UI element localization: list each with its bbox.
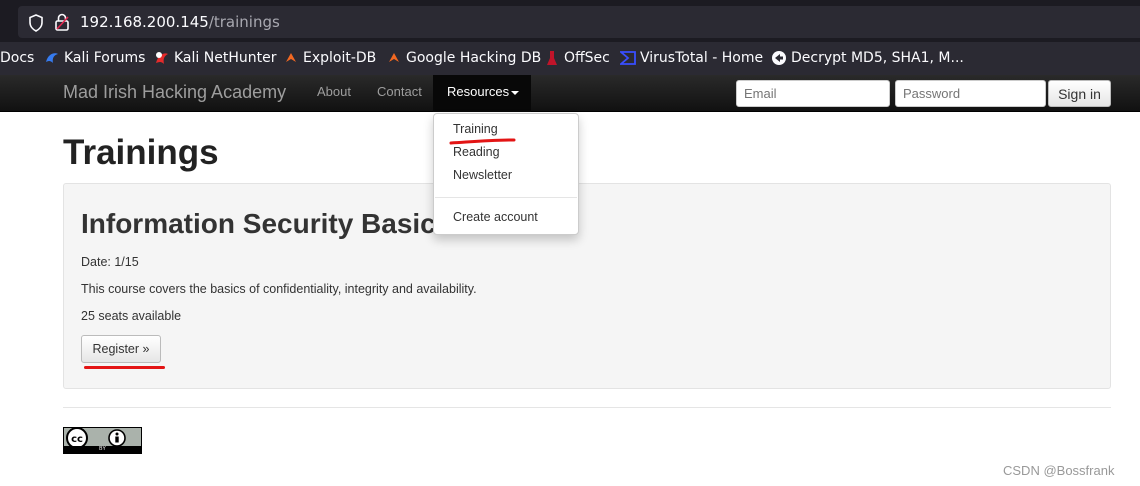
nav-contact[interactable]: Contact — [377, 84, 422, 99]
url-text[interactable]: 192.168.200.145/trainings — [80, 13, 280, 31]
cc-license-badge[interactable]: cc BY — [63, 427, 142, 454]
bookmark-kali-forums[interactable]: Kali Forums — [44, 50, 145, 66]
virustotal-icon — [620, 51, 636, 65]
bookmark-docs[interactable]: Docs — [0, 50, 34, 66]
password-input[interactable] — [895, 80, 1046, 107]
annotation-underline-training — [449, 138, 516, 145]
dropdown-item-create-account[interactable]: Create account — [453, 210, 538, 224]
bookmark-label: Kali Forums — [64, 50, 146, 66]
bookmark-label: Google Hacking DB — [406, 50, 542, 66]
footer-divider — [63, 407, 1111, 408]
dropdown-item-newsletter[interactable]: Newsletter — [453, 168, 512, 182]
site-navbar: Mad Irish Hacking Academy About Contact … — [0, 75, 1140, 112]
course-seats: 25 seats available — [81, 309, 182, 323]
bookmark-label: Exploit-DB — [303, 50, 377, 66]
ghdb-icon — [389, 53, 399, 62]
dropdown-item-reading[interactable]: Reading — [453, 145, 500, 159]
attribution-icon — [108, 429, 126, 447]
nav-about[interactable]: About — [317, 84, 351, 99]
course-description: This course covers the basics of confide… — [81, 282, 477, 296]
csdn-watermark: CSDN @Bossfrank — [1003, 463, 1115, 478]
offsec-icon — [547, 51, 557, 65]
url-host: 192.168.200.145 — [80, 13, 209, 31]
bookmark-label: Kali NetHunter — [174, 50, 277, 66]
decrypt-icon — [772, 51, 786, 65]
course-card: Information Security Basics Date: 1/15 T… — [63, 183, 1111, 389]
svg-text:cc: cc — [71, 434, 83, 445]
nav-resources-label: Resources — [447, 84, 510, 99]
bookmark-label: Docs — [0, 50, 35, 66]
email-input[interactable] — [736, 80, 890, 107]
register-button[interactable]: Register » — [81, 335, 161, 363]
course-date: Date: 1/15 — [81, 255, 139, 269]
exploit-db-icon — [286, 53, 296, 62]
annotation-underline-register — [84, 366, 165, 369]
bookmark-exploit-db[interactable]: Exploit-DB — [283, 50, 376, 66]
bookmark-offsec[interactable]: OffSec — [544, 50, 610, 66]
resources-dropdown-menu: Training Reading Newsletter Create accou… — [433, 113, 579, 235]
url-path: /trainings — [208, 13, 280, 31]
nav-resources-toggle[interactable]: Resources — [433, 75, 531, 112]
bookmark-label: Decrypt MD5, SHA1, M... — [791, 50, 964, 66]
nethunter-icon — [156, 52, 168, 64]
bookmark-label: OffSec — [564, 50, 610, 66]
browser-toolbar: 192.168.200.145/trainings — [0, 0, 1140, 42]
bookmark-virustotal[interactable]: VirusTotal - Home — [620, 50, 763, 66]
dropdown-divider — [435, 197, 577, 198]
bookmark-label: VirusTotal - Home — [640, 50, 764, 66]
caret-down-icon — [511, 91, 519, 95]
bookmark-google-hacking-db[interactable]: Google Hacking DB — [386, 50, 541, 66]
brand-link[interactable]: Mad Irish Hacking Academy — [63, 82, 286, 103]
bookmarks-toolbar: Docs Kali Forums Kali NetHunter Exploit-… — [0, 42, 1140, 75]
bookmark-decrypt[interactable]: Decrypt MD5, SHA1, M... — [771, 50, 964, 66]
course-title: Information Security Basics — [81, 208, 452, 239]
page-title: Trainings — [63, 133, 219, 172]
cc-by-label: BY — [64, 446, 141, 453]
shield-icon[interactable] — [28, 14, 44, 32]
lock-icon[interactable] — [54, 13, 70, 31]
dropdown-item-training[interactable]: Training — [453, 122, 498, 136]
sign-in-button[interactable]: Sign in — [1048, 80, 1111, 107]
kali-dragon-icon — [46, 53, 58, 63]
bookmark-kali-nethunter[interactable]: Kali NetHunter — [154, 50, 276, 66]
